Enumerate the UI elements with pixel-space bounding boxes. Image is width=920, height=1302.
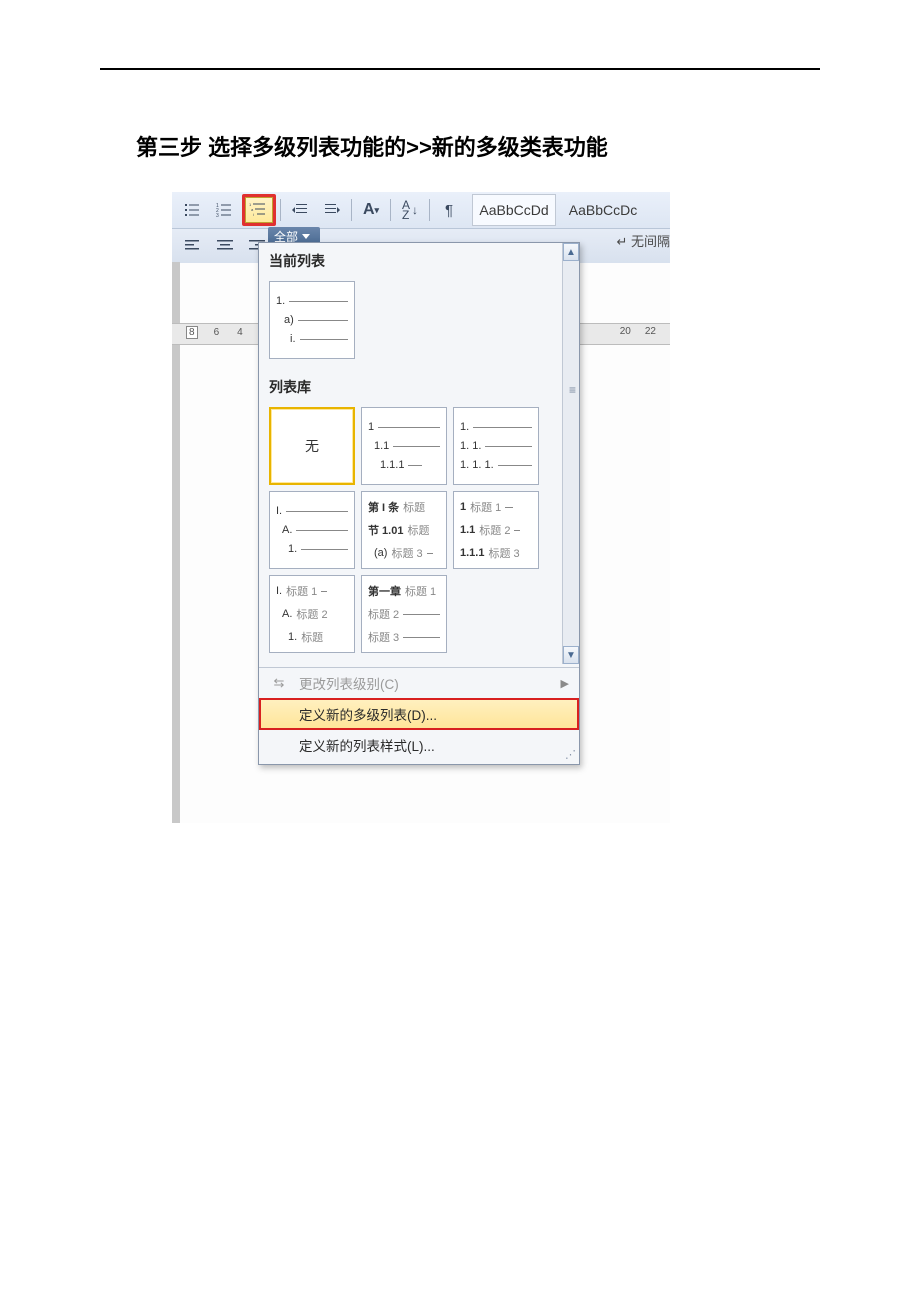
page-shadow xyxy=(172,262,180,823)
ribbon-row-1: 1 2 3 1 a i xyxy=(172,192,670,229)
separator-icon xyxy=(351,199,352,221)
resize-grip-icon[interactable]: ⋰ xyxy=(565,751,577,763)
list-thumb-article[interactable]: 第 I 条标题 节 1.01标题 (a)标题 3 xyxy=(361,491,447,569)
bullets-button[interactable] xyxy=(178,196,208,224)
menu-label: 定义新的列表样式(L)... xyxy=(299,735,435,755)
list-thumb-1heading[interactable]: 1标题 1 1.1标题 2 1.1.1标题 3 xyxy=(453,491,539,569)
style-heading[interactable]: AaBbCcDc xyxy=(564,195,642,225)
dropdown-menu: ⇆ 更改列表级别(C) ▶ 定义新的多级列表(D)... 定义新的列表样式(L)… xyxy=(259,667,579,760)
list-level-icon: ⇆ xyxy=(269,675,289,691)
ruler-mark: 8 xyxy=(186,326,198,339)
increase-indent-button[interactable] xyxy=(317,196,347,224)
show-marks-button[interactable]: ¶ xyxy=(434,196,464,224)
scrollbar[interactable]: ▲ ≡ ▼ xyxy=(562,243,579,664)
multilevel-list-button[interactable]: 1 a i xyxy=(242,194,276,226)
menu-define-new-multilevel[interactable]: 定义新的多级列表(D)... xyxy=(259,698,579,730)
font-fill-button[interactable]: A▾ xyxy=(356,196,386,224)
decrease-indent-button[interactable] xyxy=(285,196,315,224)
blank-icon xyxy=(269,706,289,722)
ruler-mark: 20 xyxy=(620,326,631,337)
list-thumb-none[interactable]: 无 xyxy=(269,407,355,485)
ruler-mark: 4 xyxy=(235,327,245,338)
scroll-down-button[interactable]: ▼ xyxy=(563,646,579,664)
separator-icon xyxy=(429,199,430,221)
step-title: 第三步 选择多级列表功能的>>新的多级类表功能 xyxy=(136,130,820,162)
separator-icon xyxy=(390,199,391,221)
align-left-button[interactable] xyxy=(178,232,208,260)
scroll-up-button[interactable]: ▲ xyxy=(563,243,579,261)
sort-button[interactable]: AZ↓ xyxy=(395,196,425,224)
menu-label: 更改列表级别(C) xyxy=(299,673,399,693)
menu-change-list-level: ⇆ 更改列表级别(C) ▶ xyxy=(259,668,579,698)
list-thumb-I-A-1[interactable]: I. A. 1. xyxy=(269,491,355,569)
multilevel-dropdown: ▲ ≡ ▼ 当前列表 1. a) i. 列表库 无 1 1.1 xyxy=(258,242,580,765)
list-thumb-1.-1.1.[interactable]: 1. 1. 1. 1. 1. 1. xyxy=(453,407,539,485)
align-center-button[interactable] xyxy=(210,232,240,260)
page-top-rule xyxy=(100,68,820,70)
blank-icon xyxy=(269,737,289,753)
submenu-arrow-icon: ▶ xyxy=(561,677,569,690)
style-normal[interactable]: AaBbCcDd xyxy=(472,194,556,226)
scroll-grip-icon: ≡ xyxy=(569,383,576,397)
section-current-list: 当前列表 xyxy=(259,243,579,277)
numbering-button[interactable]: 1 2 3 xyxy=(210,196,240,224)
list-thumb-Iheading[interactable]: I.标题 1 A.标题 2 1.标题 xyxy=(269,575,355,653)
list-thumb-1-11-111[interactable]: 1 1.1 1.1.1 xyxy=(361,407,447,485)
section-list-library: 列表库 xyxy=(259,369,579,403)
separator-icon xyxy=(280,199,281,221)
svg-text:i: i xyxy=(253,212,254,217)
ruler-mark: 6 xyxy=(212,327,222,338)
current-list-thumb[interactable]: 1. a) i. xyxy=(269,281,355,359)
chevron-down-icon xyxy=(302,234,310,239)
ruler-mark: 22 xyxy=(645,326,656,337)
menu-label: 定义新的多级列表(D)... xyxy=(299,704,437,724)
menu-define-new-list-style[interactable]: 定义新的列表样式(L)... xyxy=(259,730,579,760)
list-thumb-chapter[interactable]: 第一章标题 1 标题 2 标题 3 xyxy=(361,575,447,653)
svg-text:3: 3 xyxy=(216,213,219,217)
style-no-spacing[interactable]: ↵ 无间隔 xyxy=(616,231,670,250)
screenshot-panel: 1 2 3 1 a i xyxy=(172,192,670,823)
